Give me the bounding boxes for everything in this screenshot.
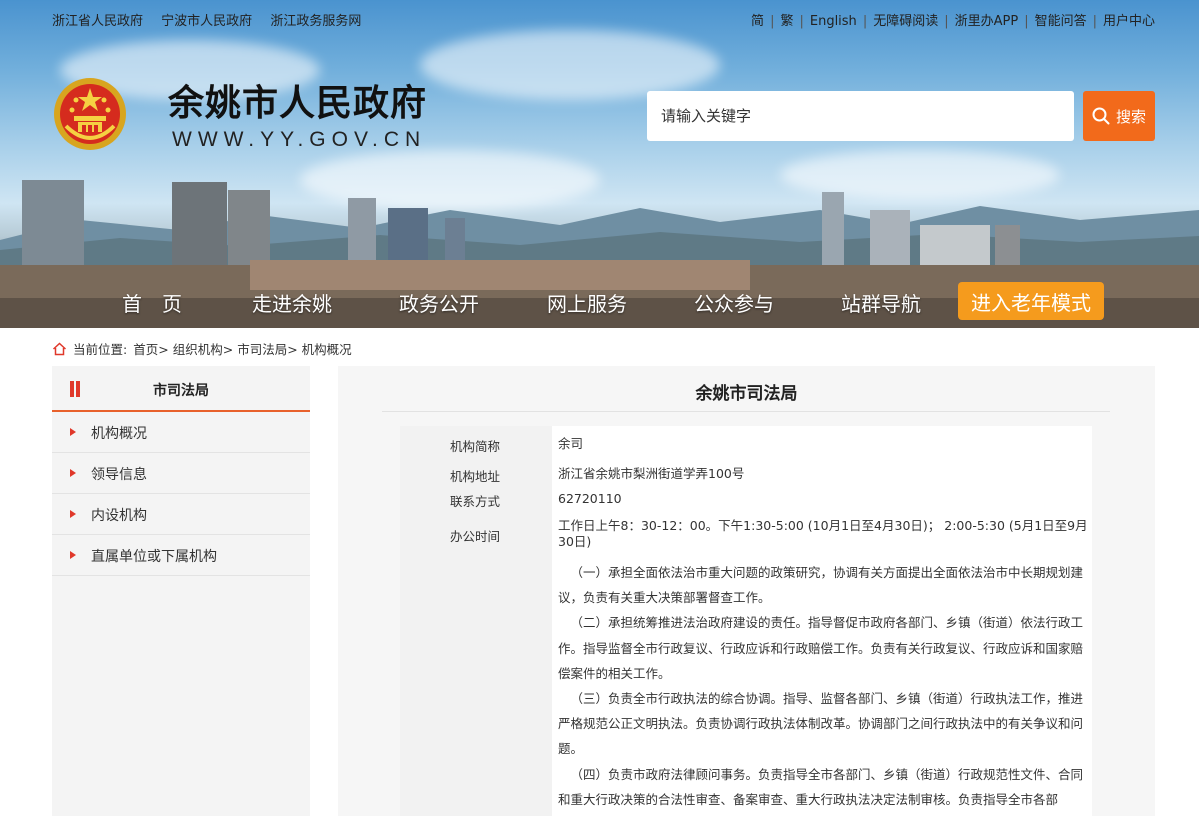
duty-paragraph: （二）承担统筹推进法治政府建设的责任。指导督促市政府各部门、乡镇（街道）依法行政… <box>558 615 1084 681</box>
nav-site-navigation[interactable]: 站群导航 <box>841 288 921 317</box>
nav-gov-disclosure[interactable]: 政务公开 <box>399 288 479 317</box>
link-ningbo-gov[interactable]: 宁波市人民政府 <box>161 14 252 29</box>
duty-paragraph: （四）负责市政府法律顾问事务。负责指导全市各部门、乡镇（街道）行政规范性文件、合… <box>558 766 1084 807</box>
search-button-label: 搜索 <box>1115 107 1146 126</box>
link-zhejiang-gov[interactable]: 浙江省人民政府 <box>52 14 143 29</box>
info-key: 机构地址 <box>450 469 501 484</box>
info-value: 工作日上午8：30-12：00。下午1:30-5:00 (10月1日至4月30日… <box>558 518 1088 549</box>
link-zhejiang-service[interactable]: 浙江政务服务网 <box>270 14 361 29</box>
sidebar-item-internal-depts[interactable]: 内设机构 <box>52 494 310 535</box>
separator: | <box>944 14 949 29</box>
info-key: 联系方式 <box>450 494 501 509</box>
separator: | <box>1092 14 1097 29</box>
nav-home[interactable]: 首 页 <box>122 288 182 317</box>
cloud-decoration <box>420 30 720 100</box>
sidebar-item-label: 内设机构 <box>91 508 147 524</box>
sidebar-item-label: 机构概况 <box>91 426 147 442</box>
info-value: 余司 <box>558 436 584 451</box>
header-banner: 浙江省人民政府 宁波市人民政府 浙江政务服务网 简 | 繁 | English | 无障碍阅… <box>0 0 1199 328</box>
top-links-left: 浙江省人民政府 宁波市人民政府 浙江政务服务网 <box>52 10 375 29</box>
title-divider <box>382 411 1110 412</box>
sidebar-item-leaders[interactable]: 领导信息 <box>52 453 310 494</box>
duty-paragraph: （一）承担全面依法治市重大问题的政策研究，协调有关方面提出全面依法治市中长期规划… <box>558 565 1084 606</box>
page-title: 余姚市司法局 <box>695 384 798 404</box>
separator: | <box>799 14 804 29</box>
national-emblem-icon[interactable] <box>52 76 128 152</box>
breadcrumb: 当前位置: 首页> 组织机构> 市司法局> 机构概况 <box>52 339 352 358</box>
duties-text: （一）承担全面依法治市重大问题的政策研究，协调有关方面提出全面依法治市中长期规划… <box>558 560 1088 812</box>
link-traditional[interactable]: 繁 <box>780 10 793 29</box>
link-english[interactable]: English <box>810 14 857 29</box>
info-key: 办公时间 <box>450 529 501 544</box>
site-title[interactable]: 余姚市人民政府 <box>168 74 427 126</box>
separator: | <box>770 14 775 29</box>
arrow-right-icon <box>70 510 76 518</box>
sidebar-item-overview[interactable]: 机构概况 <box>52 412 310 453</box>
nav-about-yuyao[interactable]: 走进余姚 <box>252 288 332 317</box>
elder-mode-button[interactable]: 进入老年模式 <box>958 282 1104 320</box>
search-button[interactable]: 搜索 <box>1083 91 1155 141</box>
info-value: 浙江省余姚市梨洲街道学弄100号 <box>558 466 745 481</box>
link-simplified[interactable]: 简 <box>751 10 764 29</box>
info-value: 62720110 <box>558 491 622 506</box>
sidebar: 市司法局 机构概况 领导信息 内设机构 直属单位或下属机构 <box>52 366 310 816</box>
top-link-bar: 浙江省人民政府 宁波市人民政府 浙江政务服务网 简 | 繁 | English | 无障碍阅… <box>0 0 1199 36</box>
nav-public-participation[interactable]: 公众参与 <box>694 288 774 317</box>
breadcrumb-current[interactable]: 机构概况 <box>302 339 352 358</box>
search-input[interactable] <box>647 91 1074 141</box>
breadcrumb-org[interactable]: 组织机构> <box>173 339 233 358</box>
info-panel: 机构简称 余司 机构地址 浙江省余姚市梨洲街道学弄100号 联系方式 62720… <box>400 426 1092 816</box>
sidebar-title: 市司法局 <box>153 383 209 399</box>
info-key: 机构简称 <box>450 439 501 454</box>
arrow-right-icon <box>70 428 76 436</box>
site-url: WWW.YY.GOV.CN <box>172 128 427 151</box>
link-zlb-app[interactable]: 浙里办APP <box>955 10 1019 29</box>
breadcrumb-home[interactable]: 首页> <box>133 339 168 358</box>
link-accessibility[interactable]: 无障碍阅读 <box>873 10 938 29</box>
link-smart-qa[interactable]: 智能问答 <box>1035 10 1087 29</box>
main-content: 余姚市司法局 机构简称 余司 机构地址 浙江省余姚市梨洲街道学弄100号 联系方… <box>338 366 1155 816</box>
arrow-right-icon <box>70 469 76 477</box>
breadcrumb-justice-bureau[interactable]: 市司法局> <box>237 339 297 358</box>
search-icon <box>1092 107 1110 125</box>
sidebar-item-label: 直属单位或下属机构 <box>91 549 217 565</box>
separator: | <box>862 14 868 29</box>
link-user-center[interactable]: 用户中心 <box>1103 10 1155 29</box>
separator: | <box>1024 14 1029 29</box>
home-icon[interactable] <box>52 341 67 356</box>
nav-online-service[interactable]: 网上服务 <box>547 288 627 317</box>
breadcrumb-prefix: 当前位置: <box>73 342 128 357</box>
duty-paragraph: （三）负责全市行政执法的综合协调。指导、监督各部门、乡镇（街道）行政执法工作，推… <box>558 691 1084 757</box>
sidebar-item-subordinate-units[interactable]: 直属单位或下属机构 <box>52 535 310 576</box>
search-box <box>647 91 1074 141</box>
arrow-right-icon <box>70 551 76 559</box>
sidebar-header: 市司法局 <box>52 366 310 412</box>
sidebar-item-label: 领导信息 <box>91 467 147 483</box>
top-links-right: 简 | 繁 | English | 无障碍阅读 | 浙里办APP | 智能问答 | 用户中心 <box>751 10 1155 29</box>
